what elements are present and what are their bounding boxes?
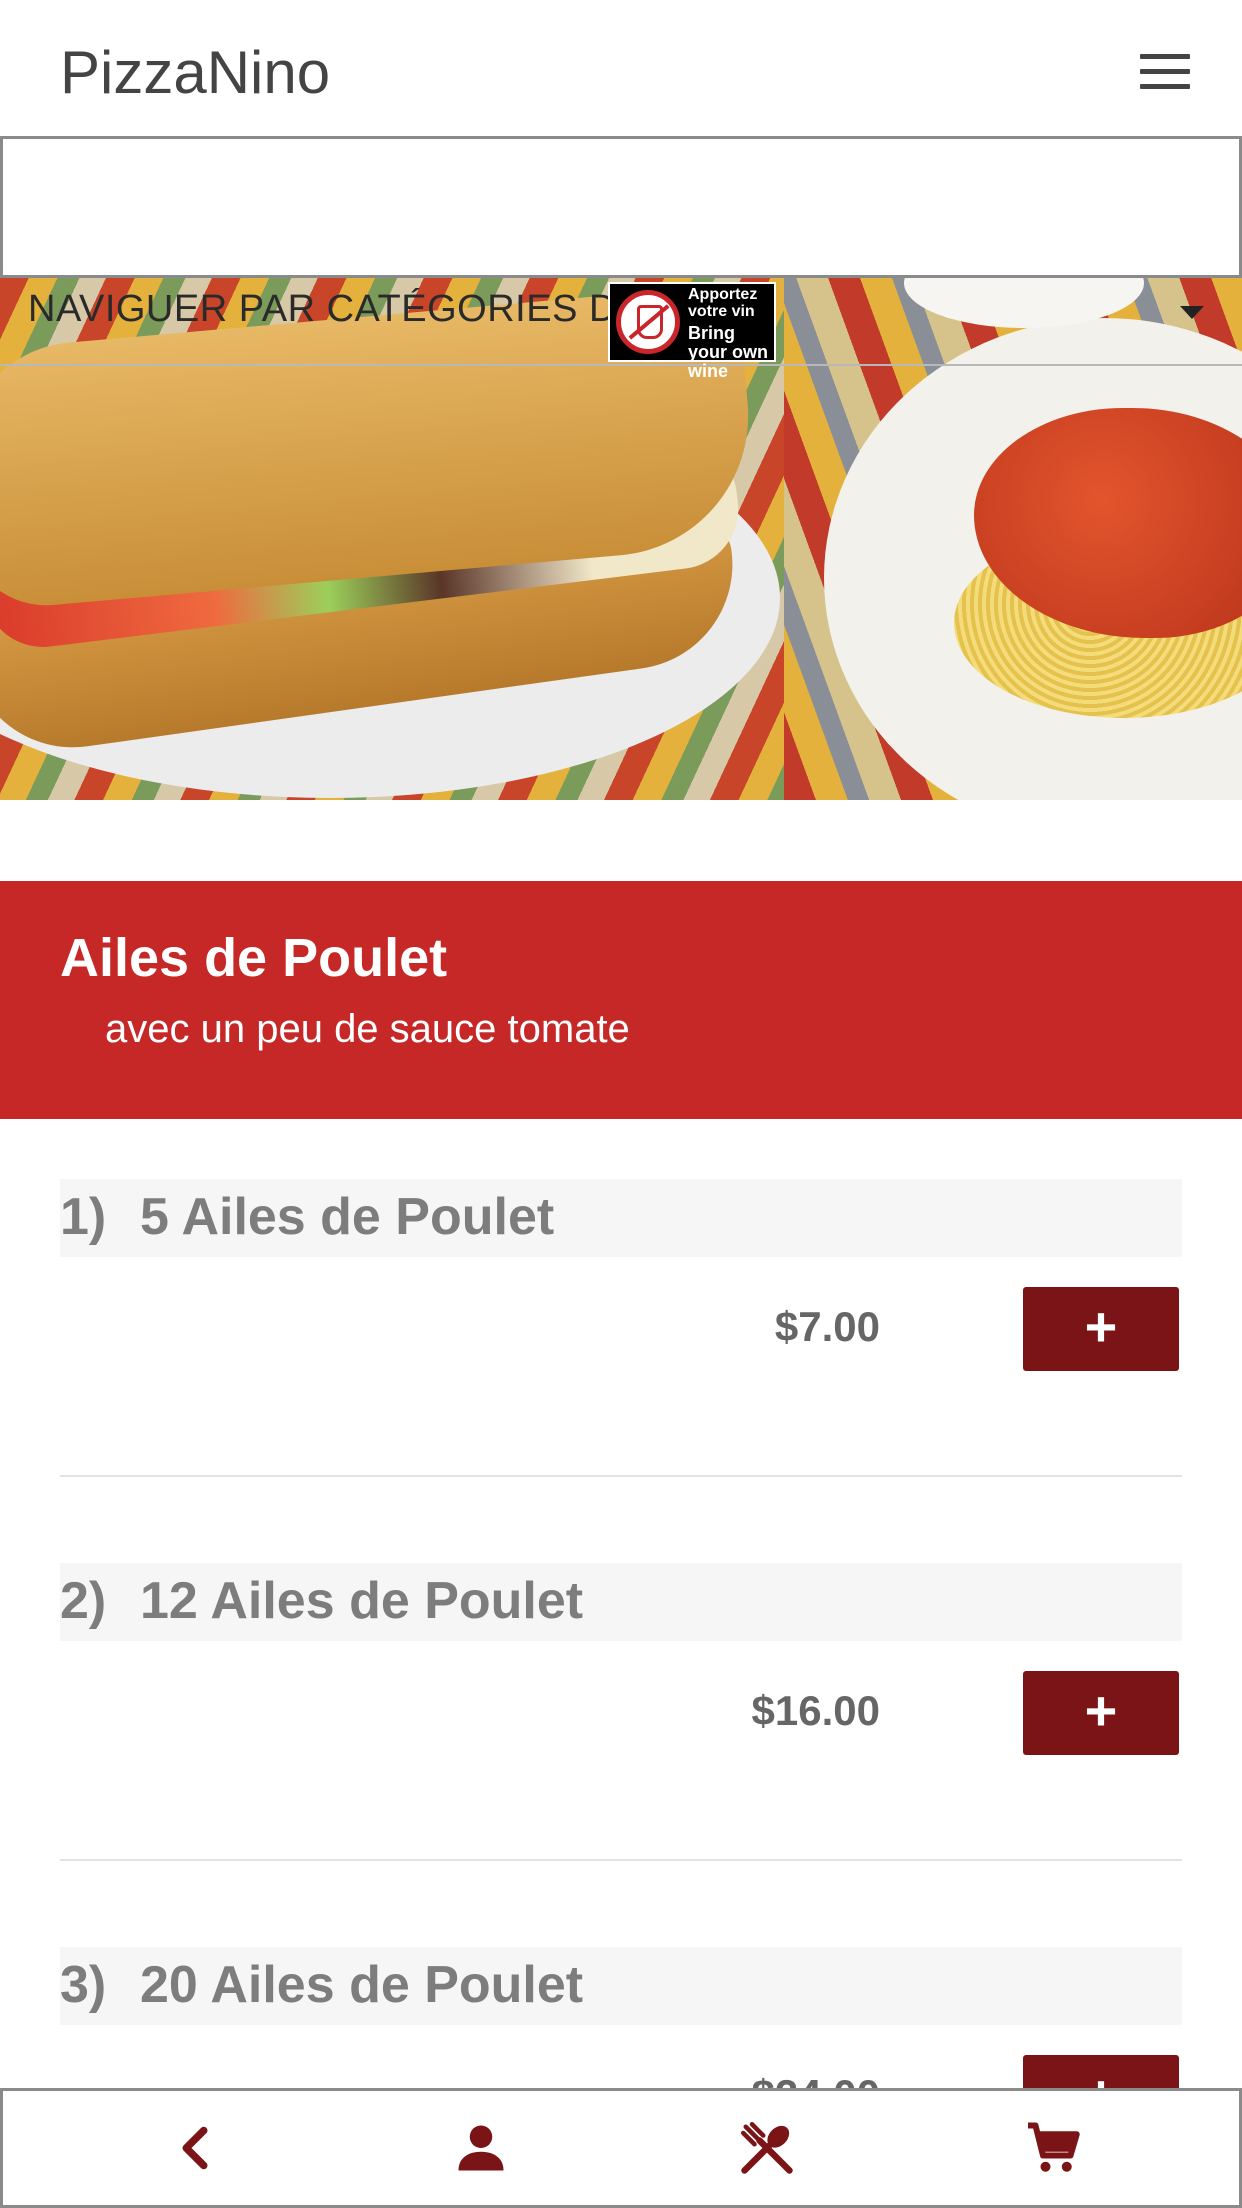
account-button[interactable] [411,2091,551,2205]
app-title[interactable]: PizzaNino [60,38,330,107]
section-title: Ailes de Poulet [60,928,448,988]
item-name-bar: 2) 12 Ailes de Poulet [60,1563,1182,1641]
item-name-bar: 3) 20 Ailes de Poulet [60,1947,1182,2025]
item-name: 12 Ailes de Poulet [140,1572,584,1630]
wine-bottle-icon [616,290,680,354]
plus-icon: + [1084,1295,1118,1358]
plus-icon: + [1084,1679,1118,1742]
item-name: 20 Ailes de Poulet [140,1956,584,2014]
item-divider [60,1475,1182,1477]
utensils-icon [741,2122,793,2174]
item-name-bar: 1) 5 Ailes de Poulet [60,1179,1182,1257]
app-header: PizzaNino [0,0,1242,136]
item-number: 2) [60,1572,107,1630]
item-price: $7.00 [774,1303,880,1350]
item-divider [60,1859,1182,1861]
section-subtitle: avec un peu de sauce tomate [105,1007,630,1051]
menu-button[interactable] [697,2091,837,2205]
bottom-nav-bar [0,2088,1242,2208]
cart-button[interactable] [983,2091,1123,2205]
hamburger-menu-icon[interactable] [1136,50,1192,94]
add-to-cart-button[interactable]: + [1023,1287,1179,1371]
badge-french-text: Apportez votre vin [688,286,758,320]
add-to-cart-button[interactable]: + [1023,1671,1179,1755]
caret-down-icon [1180,306,1204,319]
user-icon [458,2125,504,2171]
badge-english-text: Bring your own wine [688,323,768,381]
back-button[interactable] [125,2091,265,2205]
menu-item: 2) 12 Ailes de Poulet $16.00 + [60,1563,1182,1763]
back-chevron-icon [182,2126,208,2170]
cart-icon [1028,2122,1080,2172]
item-name: 5 Ailes de Poulet [140,1188,555,1246]
item-number: 1) [60,1188,107,1246]
bring-your-own-wine-badge: Apportez votre vin Bring your own wine [608,282,776,381]
empty-banner-box [0,136,1242,278]
item-number: 3) [60,1956,107,2014]
item-price: $16.00 [751,1687,880,1734]
section-header: Ailes de Poulet avec un peu de sauce tom… [0,881,1242,1119]
menu-item: 1) 5 Ailes de Poulet $7.00 + [60,1179,1182,1379]
